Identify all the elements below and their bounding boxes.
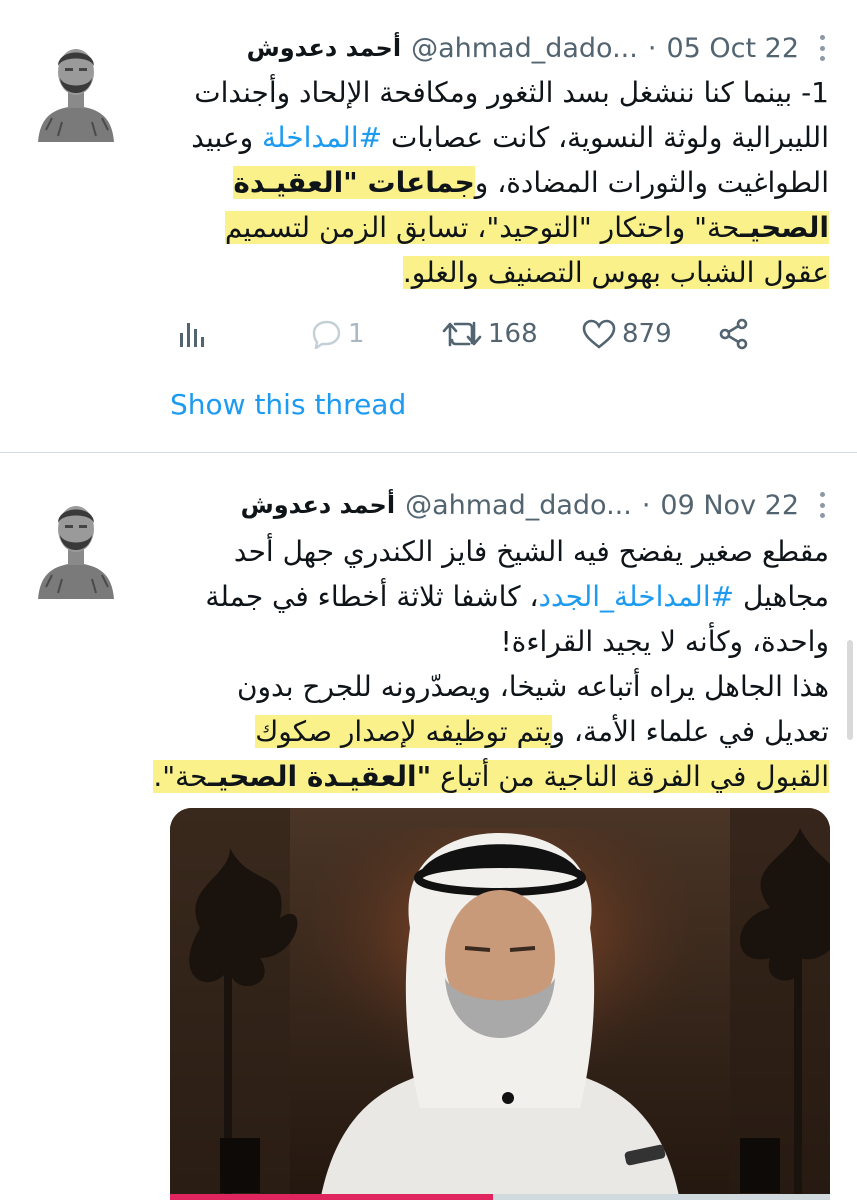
reply-button[interactable]: 1 [310, 312, 365, 356]
share-icon [719, 318, 748, 350]
display-name[interactable]: أحمد دعدوش [241, 491, 395, 519]
hashtag-link[interactable]: #المداخلة [262, 121, 382, 154]
show-thread-link[interactable]: Show this thread [170, 388, 406, 421]
retweet-icon [442, 321, 482, 347]
text-line: هذا الجاهل يراه أتباعه شيخا، ويصدّرونه ل… [236, 670, 829, 703]
reply-count: 1 [348, 319, 365, 349]
tweet-actions: 1 168 879 [170, 312, 797, 356]
video-thumbnail [170, 808, 830, 1200]
more-options-icon[interactable] [817, 32, 827, 64]
text-line: الطواغيت والثورات المضادة، وجماعات "العق… [179, 160, 829, 205]
tweet-card[interactable]: أحمد دعدوش @ahmad_dado... · 09 Nov 22 مق… [0, 452, 857, 1200]
display-name[interactable]: أحمد دعدوش [247, 34, 401, 62]
text-line: 1- بينما كنا ننشغل بسد الثغور ومكافحة ال… [194, 76, 829, 109]
tweet-date[interactable]: 09 Nov 22 [660, 490, 799, 521]
scrollbar[interactable] [847, 640, 853, 740]
reply-icon [312, 320, 341, 349]
text-line: الليبرالية ولوثة النسوية، كانت عصابات #ا… [179, 115, 829, 160]
text-line: عقول الشباب بهوس التصنيف والغلو. [179, 250, 829, 295]
tweet-card[interactable]: أحمد دعدوش @ahmad_dado... · 05 Oct 22 1-… [0, 0, 857, 452]
avatar[interactable] [32, 487, 120, 599]
text-line: تعديل في علماء الأمة، ويتم توظيفه لإصدار… [179, 709, 829, 754]
highlighted-text: الصحيـ [740, 211, 829, 244]
heart-icon [582, 319, 616, 349]
text-line: واحدة، وكأنه لا يجيد القراءة! [500, 625, 829, 658]
bar-chart-icon [180, 323, 204, 347]
text-segment: وعبيد [191, 121, 254, 154]
video-progress-bar[interactable] [170, 1194, 830, 1200]
retweet-button[interactable]: 168 [442, 312, 538, 356]
tweet-header: أحمد دعدوش @ahmad_dado... · 05 Oct 22 [168, 28, 827, 68]
highlighted-text: عقول الشباب بهوس التصنيف والغلو. [402, 256, 829, 289]
highlighted-text: "العقيـدة الصحيـ [208, 760, 432, 793]
more-options-icon[interactable] [817, 489, 827, 521]
text-segment: الطواغيت والثورات المضادة، و [474, 166, 829, 199]
text-segment: تعديل في علماء الأمة، و [551, 715, 830, 748]
highlighted-text: القبول في الفرقة الناجية من أتباع [431, 760, 829, 793]
analytics-button[interactable] [178, 312, 208, 356]
highlighted-text: يتم توظيفه لإصدار صكوك [255, 715, 552, 748]
text-segment: ، كاشفا ثلاثة أخطاء في جملة [205, 580, 539, 613]
text-line: مقطع صغير يفضح فيه الشيخ فايز الكندري جه… [233, 535, 829, 568]
text-segment: مجاهيل [742, 580, 829, 613]
highlighted-text: حة" واحتكار "التوحيد"، تسابق الزمن لتسمي… [224, 211, 741, 244]
hashtag-link[interactable]: #المداخلة_الجدد [538, 580, 734, 613]
tweet-text: 1- بينما كنا ننشغل بسد الثغور ومكافحة ال… [179, 70, 829, 295]
text-line: القبول في الفرقة الناجية من أتباع "العقي… [153, 754, 829, 799]
video-player[interactable] [170, 808, 830, 1200]
text-line: الصحيـحة" واحتكار "التوحيد"، تسابق الزمن… [179, 205, 829, 250]
tweet-header: أحمد دعدوش @ahmad_dado... · 09 Nov 22 [168, 485, 827, 525]
text-line: مجاهيل #المداخلة_الجدد، كاشفا ثلاثة أخطا… [179, 574, 829, 619]
highlighted-text: حة". [153, 760, 209, 793]
like-count: 879 [622, 319, 672, 349]
separator-dot: · [641, 489, 651, 521]
highlighted-text: جماعات "العقيـدة [233, 166, 475, 199]
separator-dot: · [647, 32, 657, 64]
video-progress-fill [170, 1194, 494, 1200]
tweet-date[interactable]: 05 Oct 22 [666, 33, 799, 64]
like-button[interactable]: 879 [582, 312, 672, 356]
share-button[interactable] [718, 312, 750, 356]
text-segment: الليبرالية ولوثة النسوية، كانت عصابات [390, 121, 829, 154]
retweet-count: 168 [488, 319, 538, 349]
handle[interactable]: @ahmad_dado... [411, 33, 638, 64]
avatar[interactable] [32, 30, 120, 142]
tweet-text: مقطع صغير يفضح فيه الشيخ فايز الكندري جه… [153, 529, 829, 799]
handle[interactable]: @ahmad_dado... [405, 490, 632, 521]
